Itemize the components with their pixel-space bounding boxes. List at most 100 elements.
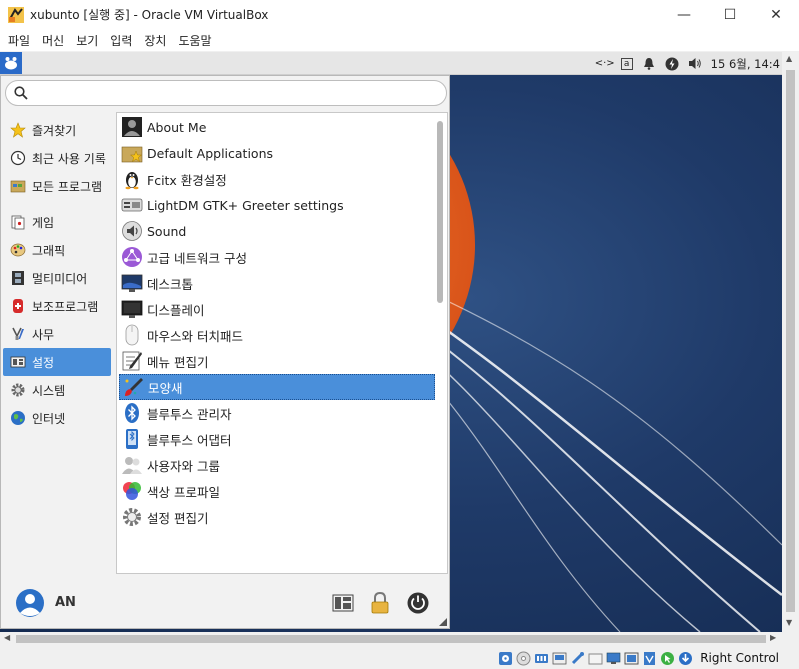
optical-drive-icon[interactable]: [516, 651, 531, 666]
app-display[interactable]: 디스플레이: [119, 296, 435, 322]
whisker-menu: 즐겨찾기 최근 사용 기록 모든 프로그램 게임 그래픽 멀티미디어 보조프로그…: [0, 75, 450, 629]
app-label: 블루투스 어댑터: [147, 432, 232, 448]
globe-icon: [9, 409, 27, 427]
category-recent[interactable]: 최근 사용 기록: [3, 144, 111, 172]
app-about-me[interactable]: About Me: [119, 114, 435, 140]
vbox-vertical-scrollbar[interactable]: ▲ ▼: [782, 52, 799, 632]
monitor-icon: [120, 297, 144, 321]
panel-clock[interactable]: 15 6월, 14:4: [711, 56, 780, 72]
video-capture-icon[interactable]: [624, 651, 639, 666]
vbox-horizontal-scrollbar[interactable]: ◀ ▶: [0, 632, 782, 646]
app-bluetooth-manager[interactable]: 블루투스 관리자: [119, 400, 435, 426]
audio-icon[interactable]: [534, 651, 549, 666]
app-desktop[interactable]: 데스크톱: [119, 270, 435, 296]
app-color-profile[interactable]: 색상 프로파일: [119, 478, 435, 504]
category-multimedia[interactable]: 멀티미디어: [3, 264, 111, 292]
menu-help[interactable]: 도움말: [172, 32, 217, 49]
usb-icon[interactable]: [570, 651, 585, 666]
scroll-right-arrow-icon[interactable]: ▶: [770, 633, 776, 642]
search-field[interactable]: [5, 80, 447, 106]
lock-icon: [371, 592, 389, 614]
app-list-scrollbar[interactable]: [437, 117, 443, 569]
app-label: Sound: [147, 223, 187, 239]
category-system[interactable]: 시스템: [3, 376, 111, 404]
app-bluetooth-adapter[interactable]: 블루투스 어댑터: [119, 426, 435, 452]
shared-folder-icon[interactable]: [588, 651, 603, 666]
menu-devices[interactable]: 장치: [138, 32, 172, 49]
menu-view[interactable]: 보기: [70, 32, 104, 49]
menu-editor-icon: [120, 349, 144, 373]
resize-grip-icon[interactable]: [439, 618, 447, 626]
bell-icon[interactable]: [642, 57, 656, 71]
scroll-down-arrow-icon[interactable]: ▼: [786, 618, 792, 627]
app-label: 블루투스 관리자: [147, 406, 232, 422]
horizontal-scroll-thumb[interactable]: [16, 635, 766, 643]
scroll-up-arrow-icon[interactable]: ▲: [786, 54, 792, 63]
logout-button[interactable]: [406, 591, 430, 615]
minimize-button[interactable]: —: [661, 0, 707, 29]
volume-icon[interactable]: [688, 57, 702, 71]
app-sound[interactable]: Sound: [119, 218, 435, 244]
menu-file[interactable]: 파일: [2, 32, 36, 49]
vt-x-icon[interactable]: [642, 651, 657, 666]
app-label: 사용자와 그룹: [147, 458, 220, 474]
keyboard-capture-icon[interactable]: [678, 651, 693, 666]
category-graphics[interactable]: 그래픽: [3, 236, 111, 264]
host-key-label: Right Control: [700, 651, 779, 665]
lock-screen-button[interactable]: [368, 591, 392, 615]
keyboard-layout-icon[interactable]: a: [620, 57, 633, 70]
knife-icon: [9, 297, 27, 315]
menu-footer: AN: [1, 576, 449, 628]
app-lightdm-greeter-settings[interactable]: LightDM GTK+ Greeter settings: [119, 192, 435, 218]
vertical-scroll-thumb[interactable]: [786, 70, 795, 612]
category-label: 사무: [32, 327, 55, 342]
power-manager-icon[interactable]: [665, 57, 679, 71]
maximize-button[interactable]: ☐: [707, 0, 753, 29]
app-default-applications[interactable]: Default Applications: [119, 140, 435, 166]
brush-icon: [121, 375, 145, 399]
close-button[interactable]: ✕: [753, 0, 799, 29]
user-avatar-icon[interactable]: [15, 588, 45, 618]
display-icon[interactable]: [606, 651, 621, 666]
star-folder-icon: [120, 141, 144, 165]
guest-screen[interactable]: <·> a 15 6월, 14:4 즐겨찾기 최근 사용 기록 모든 프로그램 …: [0, 52, 782, 632]
app-mouse-touchpad[interactable]: 마우스와 터치패드: [119, 322, 435, 348]
app-appearance[interactable]: 모양새: [119, 374, 435, 400]
search-input[interactable]: [34, 84, 434, 102]
app-label: 메뉴 편집기: [147, 354, 209, 370]
app-settings-editor[interactable]: 설정 편집기: [119, 504, 435, 530]
vbox-menubar: 파일 머신 보기 입력 장치 도움말: [0, 29, 799, 51]
app-list[interactable]: About Me Default Applications Fcitx 환경설정…: [116, 112, 448, 574]
app-label: LightDM GTK+ Greeter settings: [147, 197, 344, 213]
whisker-menu-button[interactable]: [0, 52, 22, 74]
scroll-left-arrow-icon[interactable]: ◀: [4, 633, 10, 642]
network-icon: [120, 245, 144, 269]
app-list-scroll-thumb[interactable]: [437, 121, 443, 303]
app-menu-editor[interactable]: 메뉴 편집기: [119, 348, 435, 374]
app-fcitx-config[interactable]: Fcitx 환경설정: [119, 166, 435, 192]
category-internet[interactable]: 인터넷: [3, 404, 111, 432]
category-favorites[interactable]: 즐겨찾기: [3, 116, 111, 144]
app-users-groups[interactable]: 사용자와 그룹: [119, 452, 435, 478]
menu-input[interactable]: 입력: [104, 32, 138, 49]
category-accessories[interactable]: 보조프로그램: [3, 292, 111, 320]
window-titlebar[interactable]: xubunto [실행 중] - Oracle VM VirtualBox — …: [0, 0, 799, 29]
category-label: 최근 사용 기록: [32, 151, 106, 166]
app-label: 데스크톱: [147, 276, 194, 292]
hard-disk-icon[interactable]: [498, 651, 513, 666]
category-all-programs[interactable]: 모든 프로그램: [3, 172, 111, 200]
category-settings[interactable]: 설정: [3, 348, 111, 376]
network-adapter-icon[interactable]: [552, 651, 567, 666]
color-icon: [120, 479, 144, 503]
mouse-integration-icon[interactable]: [660, 651, 675, 666]
app-advanced-network-config[interactable]: 고급 네트워크 구성: [119, 244, 435, 270]
app-label: 색상 프로파일: [147, 484, 220, 500]
settings-manager-button[interactable]: [331, 591, 355, 615]
category-office[interactable]: 사무: [3, 320, 111, 348]
pen-icon: [9, 325, 27, 343]
palette-icon: [9, 241, 27, 259]
network-arrows-icon[interactable]: <·>: [595, 57, 615, 71]
menu-machine[interactable]: 머신: [36, 32, 70, 49]
film-icon: [9, 269, 27, 287]
category-games[interactable]: 게임: [3, 208, 111, 236]
